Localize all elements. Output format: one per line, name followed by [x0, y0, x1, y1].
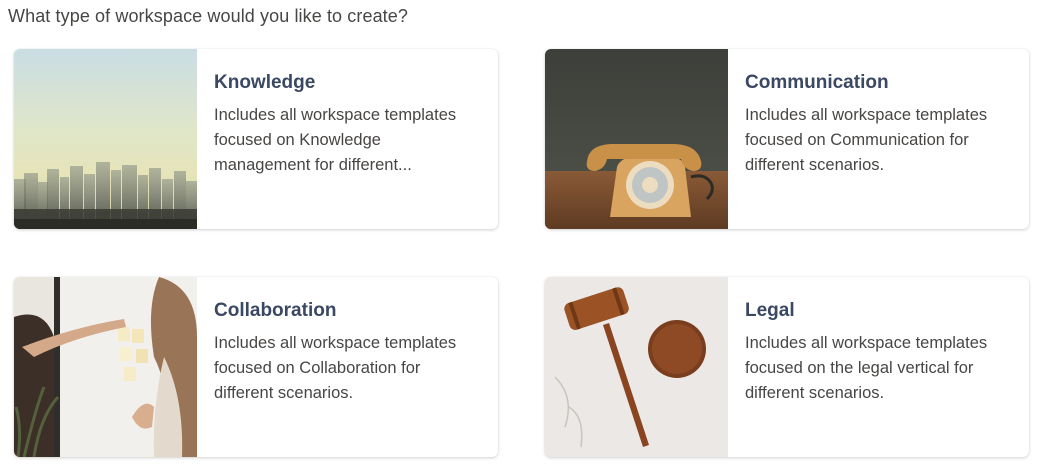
gavel-image [545, 277, 728, 457]
card-legal[interactable]: Legal Includes all workspace templates f… [545, 277, 1029, 457]
card-collaboration[interactable]: Collaboration Includes all workspace tem… [14, 277, 498, 457]
card-description: Includes all workspace templates focused… [745, 334, 988, 402]
people-at-whiteboard-image [14, 277, 197, 457]
card-title: Collaboration [214, 300, 337, 321]
card-title: Communication [745, 72, 889, 93]
foggy-city-skyline-image [14, 49, 197, 229]
workspace-type-picker: What type of workspace would you like to… [0, 0, 1040, 468]
rotary-telephone-image [545, 49, 728, 229]
card-description: Includes all workspace templates focused… [214, 334, 457, 402]
question-heading: What type of workspace would you like to… [8, 6, 408, 26]
card-title: Knowledge [214, 72, 316, 93]
card-title: Legal [745, 300, 795, 321]
card-communication[interactable]: Communication Includes all workspace tem… [545, 49, 1029, 229]
card-description: Includes all workspace templates focused… [745, 106, 988, 174]
card-description: Includes all workspace templates focused… [214, 106, 457, 174]
card-knowledge[interactable]: Knowledge Includes all workspace templat… [14, 49, 498, 229]
